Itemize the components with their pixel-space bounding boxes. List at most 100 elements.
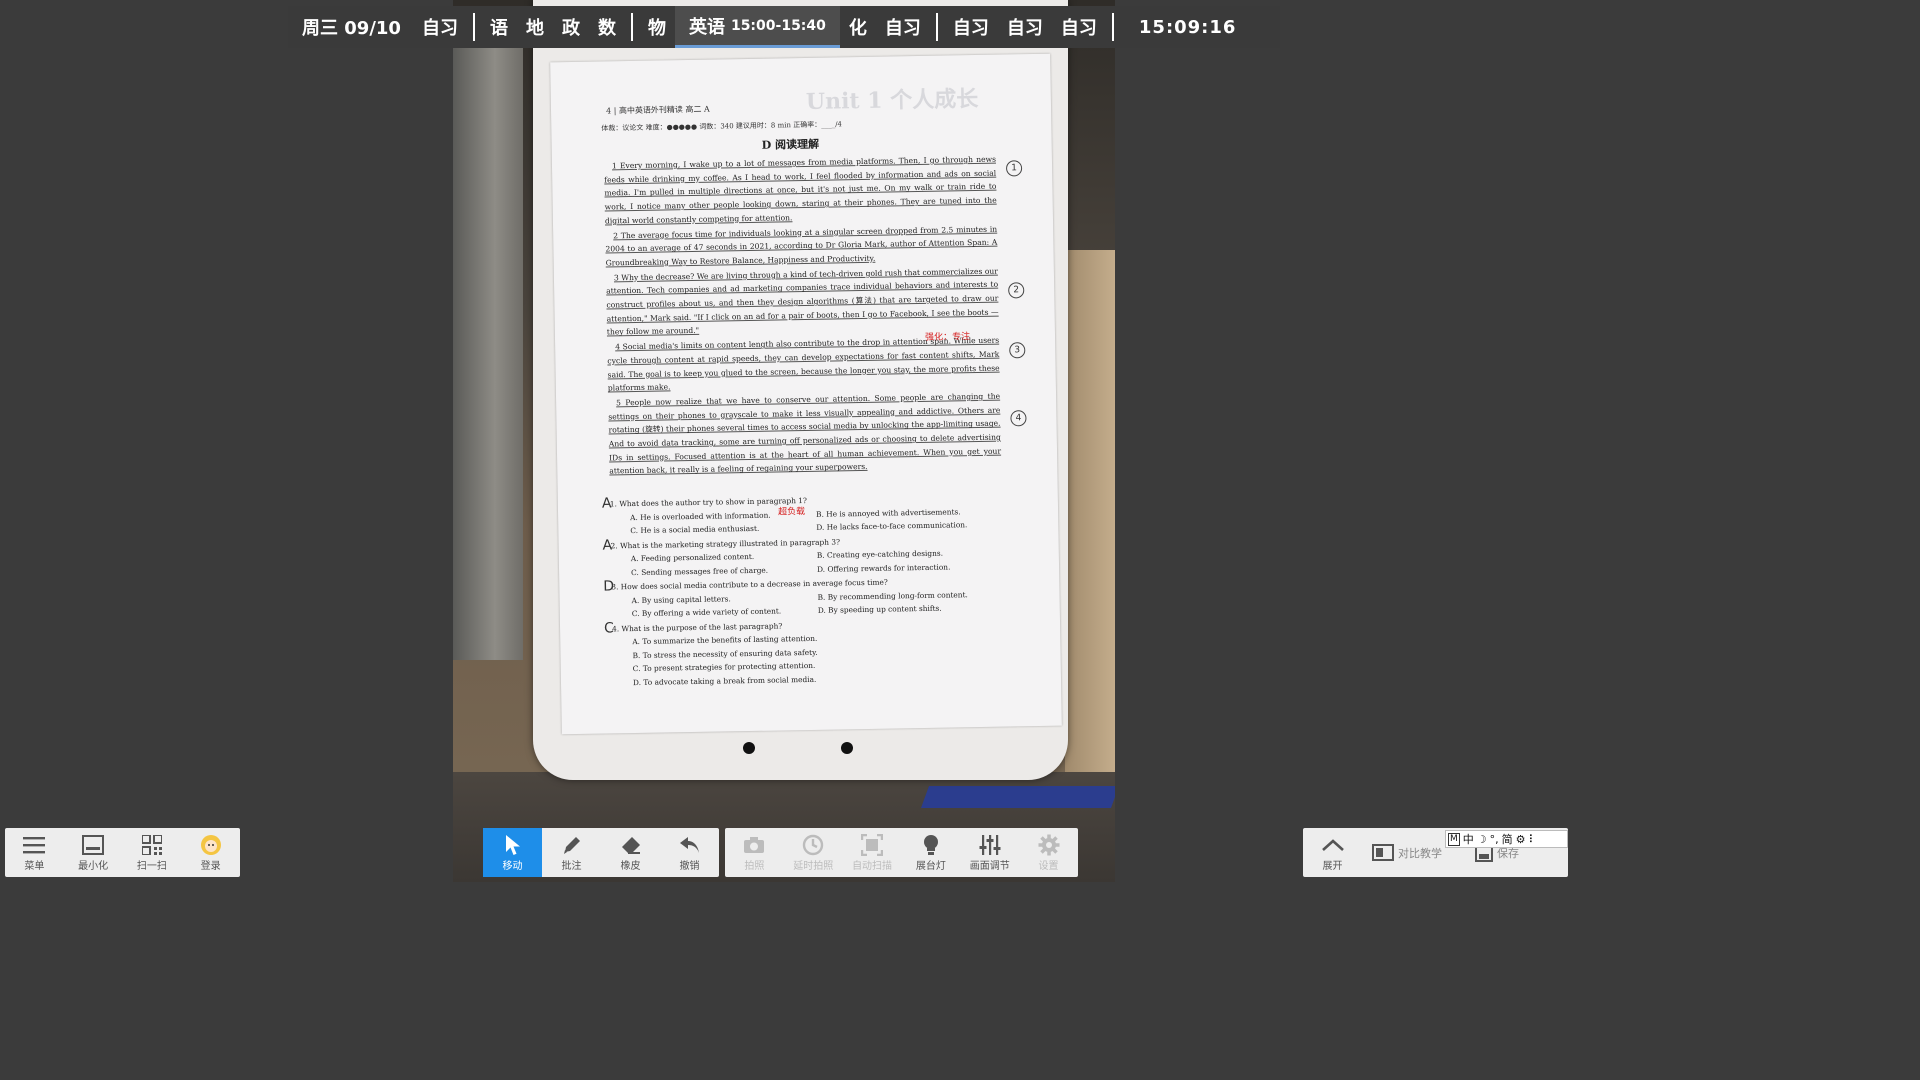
- compare-label: 对比教学: [1398, 846, 1442, 860]
- schedule-date: 周三 09/10: [302, 18, 401, 39]
- light-button[interactable]: 展台灯: [901, 828, 960, 877]
- handwritten-note: 超负载: [777, 507, 806, 518]
- clock: 15:09:16: [1138, 16, 1237, 38]
- camera-toolbar: 拍照 延时拍照 自动扫描 展台灯 画面调节 设置: [725, 828, 1078, 877]
- cursor-arrow-icon: [505, 835, 520, 855]
- schedule-period: 政: [561, 18, 580, 39]
- worksheet-meta: 体裁：议论文 难度：●●●●● 词数：340 建议用时：8 min 正确率：__…: [601, 120, 843, 133]
- expand-button[interactable]: 展开: [1303, 828, 1362, 877]
- show-through-heading: Unit 1 个人成长: [805, 85, 979, 115]
- eraser-icon: [621, 837, 640, 854]
- annotate-label: 批注: [561, 861, 582, 872]
- paragraph-number-circle: 4: [1010, 410, 1027, 427]
- move-tool-button[interactable]: 移动: [483, 828, 542, 877]
- menu-label: 菜单: [24, 861, 45, 872]
- settings-button[interactable]: 设置: [1019, 828, 1078, 877]
- eraser-tool-button[interactable]: 橡皮: [601, 828, 660, 877]
- undo-arrow-icon: [679, 837, 699, 853]
- auto-scan-button[interactable]: 自动扫描: [843, 828, 902, 877]
- paragraph-number-circle: 1: [1005, 160, 1023, 177]
- clipboard-hole: [841, 742, 853, 754]
- punctuation-icon[interactable]: °,: [1490, 833, 1499, 846]
- auto-scan-label: 自动扫描: [852, 861, 893, 872]
- ime-language-toggle[interactable]: 中: [1463, 831, 1474, 847]
- compare-teaching-button[interactable]: 对比教学: [1362, 828, 1452, 877]
- gear-icon: [1038, 834, 1060, 856]
- photo-button[interactable]: 拍照: [725, 828, 784, 877]
- paragraph: 2 The average focus time for individuals…: [605, 224, 998, 268]
- scan-frame-icon: [861, 834, 884, 856]
- schedule-bar: 周三 09/10 自习 语 地 政 数 物 英语 15:00-15:40 化 自…: [288, 6, 1280, 48]
- worksheet-header: 4 | 高中英语外刊精读 高二 A: [605, 104, 710, 116]
- schedule-period: 物: [647, 18, 666, 39]
- camera-feed[interactable]: Unit 1 个人成长 4 | 高中英语外刊精读 高二 A 体裁：议论文 难度：…: [453, 0, 1115, 882]
- more-icon[interactable]: ⠇: [1529, 833, 1537, 846]
- ime-simplified-toggle[interactable]: 简: [1502, 831, 1513, 847]
- menu-button[interactable]: 菜单: [5, 828, 64, 877]
- move-label: 移动: [502, 861, 523, 872]
- sliders-icon: [979, 835, 1001, 855]
- paragraph: 3 Why the decrease? We are living throug…: [606, 266, 999, 337]
- schedule-period: 语: [489, 18, 508, 39]
- section-title: D 阅读理解: [761, 137, 820, 152]
- schedule-period: 自习: [1060, 18, 1097, 39]
- paragraph-number-circle: 2: [1008, 282, 1025, 299]
- question: C 4. What is the purpose of the last par…: [604, 615, 1005, 689]
- scan-button[interactable]: 扫一扫: [123, 828, 182, 877]
- gear-icon[interactable]: ⚙: [1516, 833, 1526, 846]
- avatar-icon: [200, 835, 221, 855]
- login-button[interactable]: 登录: [181, 828, 240, 877]
- adjust-label: 画面调节: [969, 861, 1010, 872]
- pen-icon: [563, 837, 580, 854]
- camera-icon: [744, 837, 765, 853]
- menu-icon: [23, 837, 46, 854]
- chevron-up-icon: [1321, 839, 1344, 851]
- minimize-label: 最小化: [78, 861, 109, 872]
- moon-icon[interactable]: ☽: [1477, 833, 1487, 846]
- divider: [935, 13, 938, 41]
- timer-icon: [803, 834, 824, 856]
- question: D 3. How does social media contribute to…: [603, 574, 1004, 621]
- background-object: [453, 40, 523, 660]
- adjust-button[interactable]: 画面调节: [960, 828, 1019, 877]
- schedule-period: 数: [597, 18, 616, 39]
- ime-status-bar[interactable]: M 中 ☽ °, 简 ⚙ ⠇: [1445, 830, 1568, 848]
- paragraph: 5 People now realize that we have to con…: [608, 391, 1002, 476]
- divider: [630, 13, 633, 41]
- annotate-tool-button[interactable]: 批注: [542, 828, 601, 877]
- current-period: 英语 15:00-15:40: [674, 6, 840, 48]
- questions: A 1. What does the author try to show in…: [602, 491, 1005, 691]
- schedule-period: 自习: [1006, 18, 1043, 39]
- light-bulb-icon: [923, 835, 938, 855]
- background-object: [1065, 250, 1115, 780]
- eraser-label: 橡皮: [620, 861, 641, 872]
- worksheet-page: Unit 1 个人成长 4 | 高中英语外刊精读 高二 A 体裁：议论文 难度：…: [550, 53, 1062, 735]
- timer-photo-label: 延时拍照: [793, 861, 834, 872]
- compare-screen-icon: [1372, 843, 1394, 861]
- undo-button[interactable]: 撤销: [660, 828, 719, 877]
- timer-photo-button[interactable]: 延时拍照: [784, 828, 843, 877]
- schedule-period: 自习: [421, 18, 458, 39]
- expand-label: 展开: [1322, 861, 1343, 872]
- current-period-time: 15:00-15:40: [730, 17, 826, 34]
- schedule-period: 自习: [952, 18, 989, 39]
- question: A 1. What does the author try to show in…: [602, 491, 1003, 538]
- handwritten-answer: A: [601, 495, 612, 512]
- handwritten-answer: A: [602, 536, 613, 554]
- undo-label: 撤销: [679, 861, 700, 872]
- current-subject: 英语: [688, 16, 725, 38]
- light-label: 展台灯: [915, 861, 946, 872]
- minimize-button[interactable]: 最小化: [64, 828, 123, 877]
- settings-label: 设置: [1038, 861, 1059, 872]
- login-label: 登录: [200, 861, 221, 872]
- photo-label: 拍照: [744, 861, 765, 872]
- question: A 2. What is the marketing strategy illu…: [602, 532, 1003, 579]
- annotation-toolbar: 移动 批注 橡皮 撤销: [483, 828, 719, 877]
- handwritten-answer: C: [603, 619, 614, 637]
- reading-passage: 1 Every morning, I wake up to a lot of m…: [604, 153, 1027, 480]
- schedule-period: 化: [848, 18, 867, 39]
- minimize-icon: [82, 835, 105, 855]
- left-toolbar: 菜单 最小化 扫一扫 登录: [5, 828, 240, 877]
- ime-mode-indicator[interactable]: M: [1448, 832, 1460, 846]
- schedule-period: 地: [525, 18, 544, 39]
